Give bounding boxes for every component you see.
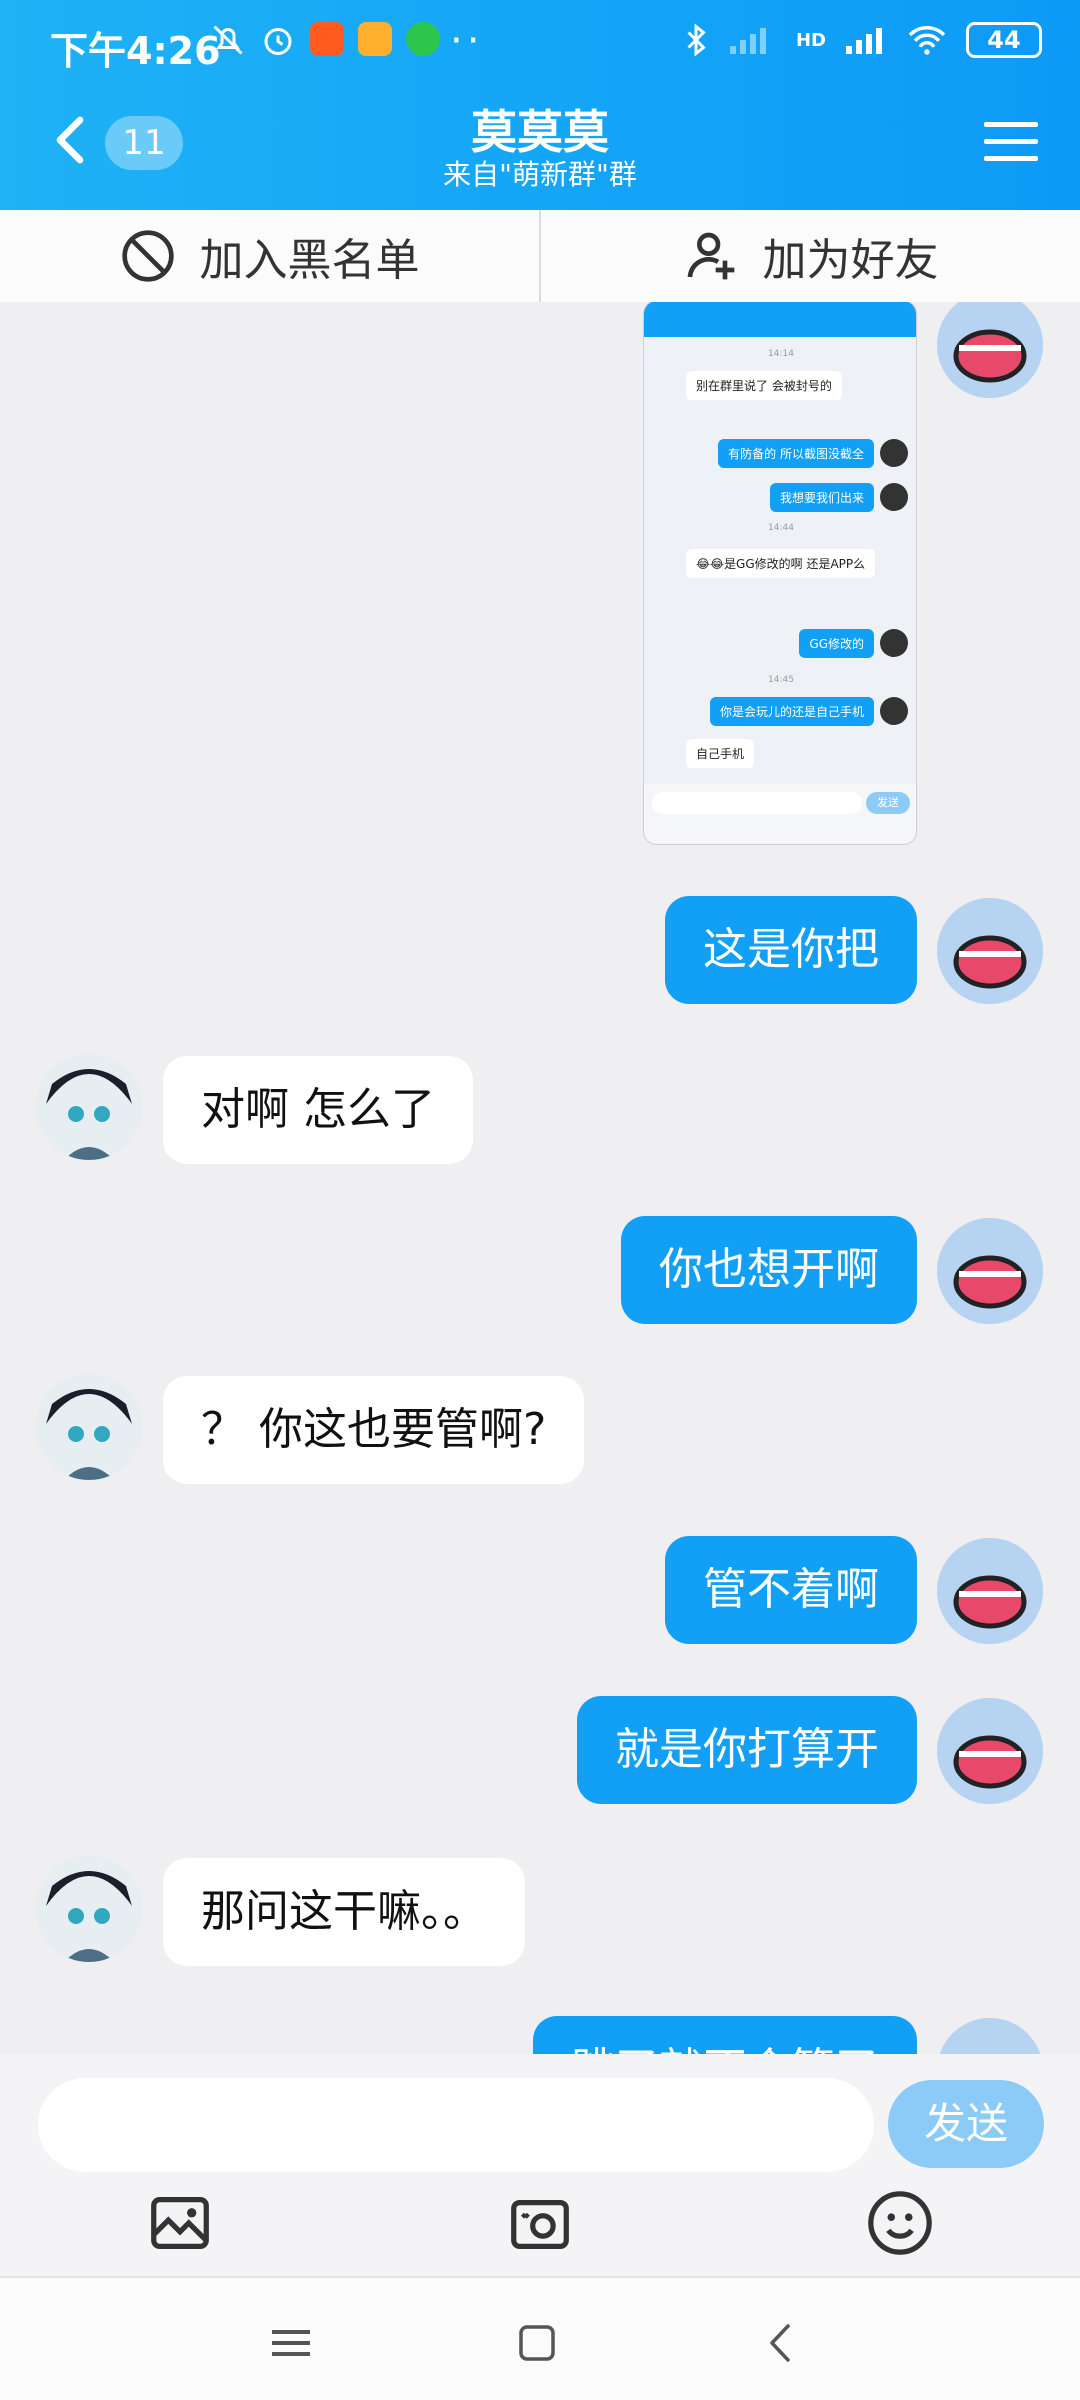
wechat-app-icon bbox=[406, 22, 440, 56]
preview-message: 我想要我们出来 bbox=[769, 483, 874, 512]
battery-indicator: 44 bbox=[966, 22, 1042, 58]
avatar-me[interactable] bbox=[937, 302, 1043, 398]
camera-icon[interactable] bbox=[505, 2188, 575, 2258]
signal-icon bbox=[729, 28, 766, 54]
avatar-contact[interactable] bbox=[36, 1856, 142, 1962]
avatar-contact[interactable] bbox=[36, 1054, 142, 1160]
stranger-action-bar: 加入黑名单 加为好友 bbox=[0, 210, 1080, 302]
status-icons-left bbox=[210, 22, 440, 58]
avatar-me[interactable] bbox=[937, 898, 1043, 1004]
preview-input-bar: 发送 bbox=[644, 784, 916, 844]
message-bubble-me[interactable]: 管不着啊 bbox=[665, 1536, 917, 1644]
composer: 发送 bbox=[0, 2054, 1080, 2276]
message-bubble-contact[interactable]: 那问这干嘛。。 bbox=[163, 1858, 525, 1966]
avatar-me[interactable] bbox=[937, 1698, 1043, 1804]
avatar-me-image bbox=[937, 302, 1043, 398]
preview-avatar bbox=[880, 697, 908, 725]
wifi-icon bbox=[908, 26, 946, 55]
avatar-me[interactable] bbox=[937, 2018, 1043, 2054]
back-nav-icon[interactable] bbox=[756, 2318, 806, 2368]
preview-message: 自己手机 bbox=[686, 739, 755, 768]
bluetooth-icon bbox=[687, 23, 706, 57]
blacklist-label: 加入黑名单 bbox=[199, 235, 420, 286]
preview-avatar bbox=[880, 483, 908, 511]
preview-message: 有防备的 所以截图没截全 bbox=[718, 439, 874, 468]
preview-message: 你是会玩儿的还是自己手机 bbox=[709, 697, 874, 726]
avatar-me-image bbox=[937, 1218, 1043, 1324]
chat-header: 下午4:26 ·· HD 44 11 莫莫莫 来自"萌新群"群 bbox=[0, 0, 1080, 210]
emoji-icon[interactable] bbox=[865, 2188, 935, 2258]
status-icons-right: HD 44 bbox=[682, 22, 1042, 58]
recent-apps-icon[interactable] bbox=[266, 2318, 316, 2368]
system-nav-bar bbox=[0, 2276, 1080, 2400]
home-icon[interactable] bbox=[512, 2318, 562, 2368]
preview-message: 别在群里说了 会被封号的 bbox=[686, 371, 842, 400]
preview-avatar bbox=[880, 629, 908, 657]
avatar-contact[interactable] bbox=[36, 1374, 142, 1480]
add-friend-label: 加为好友 bbox=[762, 235, 939, 286]
image-message[interactable]: 14:14 别在群里说了 会被封号的 有防备的 所以截图没截全 我想要我们出来 … bbox=[643, 302, 917, 845]
network-type: HD bbox=[795, 29, 826, 51]
preview-message: 😂😂是GG修改的啊 还是APP么 bbox=[686, 549, 876, 578]
preview-time: 14:14 bbox=[768, 349, 794, 359]
avatar-me-image bbox=[937, 1538, 1043, 1644]
alarm-icon bbox=[264, 28, 292, 55]
message-bubble-me[interactable]: 这是你把 bbox=[665, 896, 917, 1004]
message-bubble-me[interactable]: 跳了就不会管了 bbox=[533, 2016, 917, 2054]
message-bubble-me[interactable]: 就是你打算开 bbox=[577, 1696, 917, 1804]
avatar-contact-image bbox=[36, 1054, 142, 1160]
chat-messages[interactable]: 14:14 别在群里说了 会被封号的 有防备的 所以截图没截全 我想要我们出来 … bbox=[0, 302, 1080, 2054]
message-bubble-contact[interactable]: ？ 你这也要管啊? bbox=[163, 1376, 585, 1484]
avatar-me-image bbox=[937, 2018, 1043, 2054]
block-icon bbox=[121, 230, 174, 282]
more-notifications: ·· bbox=[450, 18, 484, 64]
taobao-app-icon bbox=[310, 22, 344, 56]
preview-input bbox=[652, 792, 862, 814]
message-bubble-contact[interactable]: 对啊 怎么了 bbox=[163, 1056, 473, 1164]
status-bar: 下午4:26 ·· HD 44 bbox=[0, 0, 1080, 90]
preview-header bbox=[644, 302, 916, 337]
preview-avatar bbox=[880, 439, 908, 467]
avatar-me[interactable] bbox=[937, 1218, 1043, 1324]
notes-app-icon bbox=[358, 22, 392, 56]
avatar-contact-image bbox=[36, 1374, 142, 1480]
preview-message: GG修改的 bbox=[799, 629, 874, 658]
hamburger-icon[interactable] bbox=[984, 120, 1038, 164]
avatar-contact-image bbox=[36, 1856, 142, 1962]
add-to-blacklist-button[interactable]: 加入黑名单 bbox=[0, 210, 539, 302]
add-friend-button[interactable]: 加为好友 bbox=[541, 210, 1080, 302]
avatar-me-image bbox=[937, 1698, 1043, 1804]
avatar-me-image bbox=[937, 898, 1043, 1004]
status-time: 下午4:26 bbox=[50, 29, 221, 73]
preview-time: 14:44 bbox=[768, 523, 794, 533]
message-bubble-me[interactable]: 你也想开啊 bbox=[621, 1216, 917, 1324]
image-icon[interactable] bbox=[145, 2188, 215, 2258]
avatar-me[interactable] bbox=[937, 1538, 1043, 1644]
preview-send: 发送 bbox=[866, 792, 910, 814]
send-button[interactable]: 发送 bbox=[888, 2080, 1044, 2168]
chat-subtitle: 来自"萌新群"群 bbox=[443, 158, 637, 191]
mute-bell-icon bbox=[213, 25, 243, 55]
add-user-icon bbox=[687, 232, 734, 280]
signal-icon-2 bbox=[846, 28, 882, 54]
message-input[interactable] bbox=[38, 2078, 874, 2172]
preview-time: 14:45 bbox=[768, 675, 794, 685]
